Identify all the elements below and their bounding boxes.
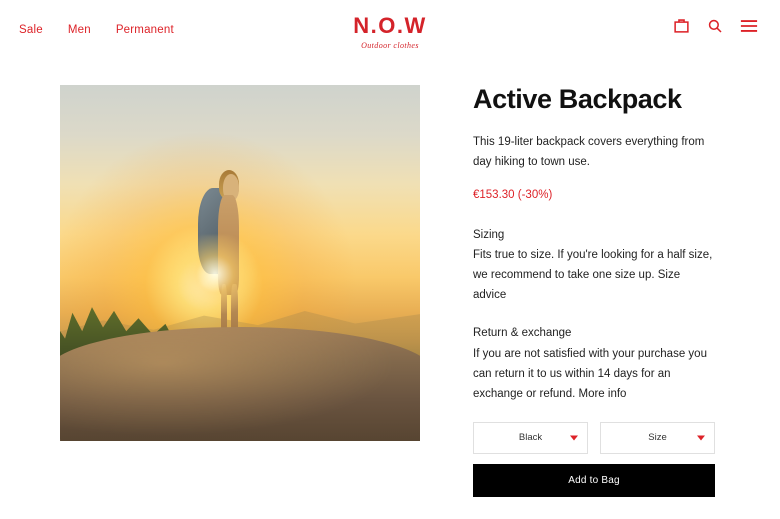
primary-navigation: Sale Men Permanent xyxy=(19,24,174,36)
returns-title: Return & exchange xyxy=(473,327,572,340)
color-select-value: Black xyxy=(518,432,543,444)
sizing-body: Fits true to size. If you're looking for… xyxy=(473,245,715,305)
add-to-bag-button[interactable]: Add to Bag xyxy=(473,463,715,497)
product-page: Sale Men Permanent N.O.W Outdoor clothes xyxy=(0,0,780,519)
product-description: This 19-liter backpack covers everything… xyxy=(473,135,705,168)
variant-selectors: Black Size xyxy=(473,421,715,454)
header-icon-group xyxy=(673,17,758,34)
nav-link-men[interactable]: Men xyxy=(68,24,91,36)
page-title: Active Backpack xyxy=(473,84,682,114)
color-select[interactable]: Black xyxy=(473,421,588,454)
product-gallery xyxy=(60,85,420,441)
logo-wordmark: N.O.W xyxy=(353,13,427,38)
chevron-down-icon xyxy=(697,435,705,441)
logo-tagline: Outdoor clothes xyxy=(361,41,419,50)
nav-link-permanent[interactable]: Permanent xyxy=(116,24,174,36)
main-product-image[interactable] xyxy=(60,85,420,441)
hamburger-menu-icon[interactable] xyxy=(740,19,758,33)
returns-body: If you are not satisfied with your purch… xyxy=(473,344,715,404)
chevron-down-icon xyxy=(570,435,578,441)
site-header: Sale Men Permanent N.O.W Outdoor clothes xyxy=(0,0,780,66)
returns-section: Return & exchange If you are not satisfi… xyxy=(473,323,715,404)
search-icon[interactable] xyxy=(707,18,723,34)
product-details: Active Backpack This 19-liter backpack c… xyxy=(473,84,715,519)
sizing-title: Sizing xyxy=(473,228,505,241)
size-select[interactable]: Size xyxy=(600,421,715,454)
sizing-section: Sizing Fits true to size. If you're look… xyxy=(473,225,715,306)
site-logo[interactable]: N.O.W Outdoor clothes xyxy=(353,15,427,50)
size-select-value: Size xyxy=(648,432,667,444)
rock-outcrop xyxy=(60,327,420,441)
sun-flare xyxy=(168,234,262,313)
shopping-bag-icon[interactable] xyxy=(673,17,690,34)
product-price: €153.30 (-30%) xyxy=(473,188,553,201)
nav-link-sale[interactable]: Sale xyxy=(19,24,43,36)
more-info-link[interactable]: More info xyxy=(579,388,627,400)
